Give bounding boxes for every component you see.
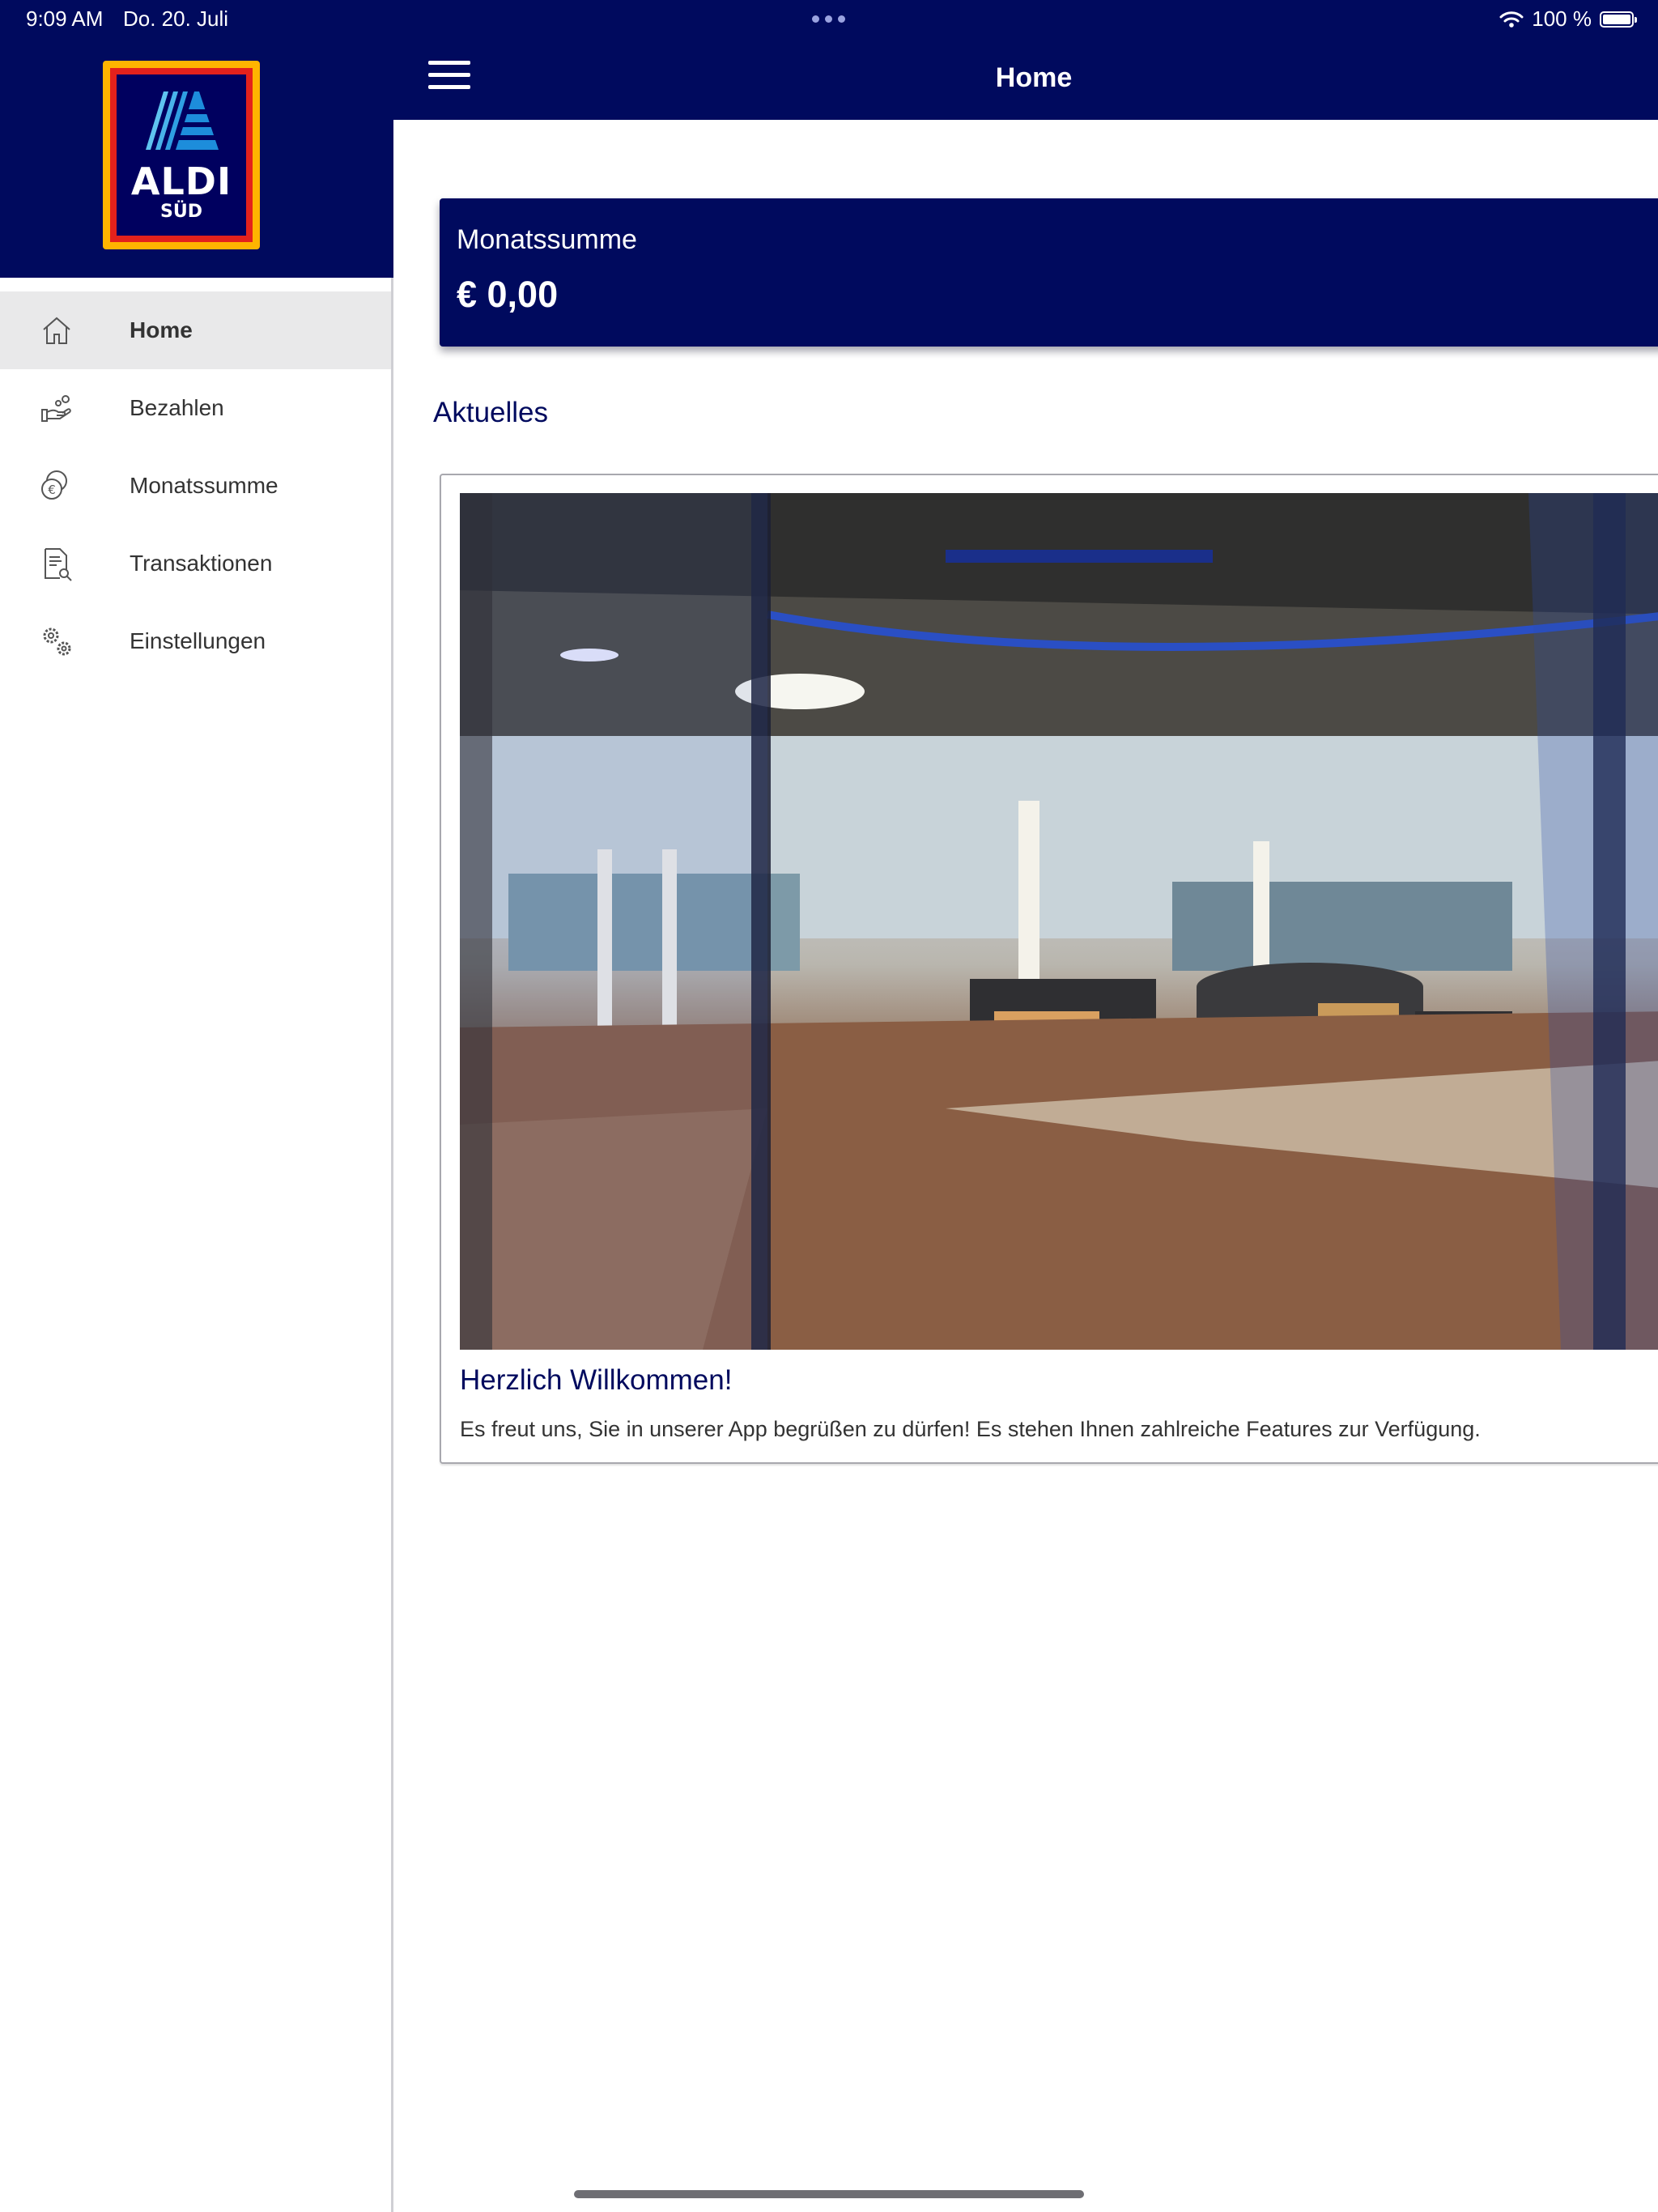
sidebar-item-bezahlen[interactable]: Bezahlen	[0, 369, 391, 447]
pay-hand-icon	[41, 395, 71, 422]
sidebar-item-label: Einstellungen	[130, 628, 266, 653]
monthly-sum-value: € 0,00	[457, 274, 559, 315]
cafeteria-photo	[460, 493, 1658, 1350]
home-icon	[43, 317, 70, 344]
logo-sub-text: SÜD	[160, 202, 202, 222]
news-title: Herzlich Willkommen!	[460, 1364, 733, 1396]
home-indicator[interactable]	[574, 2190, 1084, 2198]
euro-coins-icon: €	[41, 470, 67, 500]
sidebar-item-einstellungen[interactable]: Einstellungen	[0, 602, 391, 680]
app-header: Home	[393, 38, 1658, 120]
news-text: Es freut uns, Sie in unserer App begrüße…	[460, 1417, 1481, 1441]
sidebar: ALDI SÜD Home Bezahlen € Monatssumme Tra…	[0, 0, 393, 2212]
sidebar-item-home[interactable]: Home	[0, 291, 391, 369]
battery-percent: 100 %	[1532, 6, 1592, 31]
news-section-title: Aktuelles	[433, 397, 549, 428]
sidebar-item-label: Home	[130, 317, 193, 342]
monthly-sum-card[interactable]: Monatssumme € 0,00	[440, 198, 1658, 347]
svg-text:€: €	[48, 483, 56, 497]
monthly-sum-label: Monatssumme	[457, 224, 637, 255]
sidebar-nav: Home Bezahlen € Monatssumme Transaktione…	[0, 291, 391, 680]
battery-icon	[1600, 11, 1637, 28]
logo-stripes-icon	[146, 91, 222, 150]
status-date: Do. 20. Juli	[123, 6, 229, 31]
logo-brand-text: ALDI	[130, 160, 232, 203]
status-right: 100 %	[1499, 6, 1637, 32]
sidebar-header: ALDI SÜD	[0, 0, 393, 278]
gears-icon	[43, 627, 71, 656]
sidebar-item-label: Transaktionen	[130, 551, 273, 576]
sidebar-item-label: Bezahlen	[130, 395, 224, 420]
sidebar-item-transaktionen[interactable]: Transaktionen	[0, 525, 391, 602]
news-card[interactable]: Herzlich Willkommen! Es freut uns, Sie i…	[440, 474, 1658, 1464]
status-bar: 9:09 AM Do. 20. Juli 100 %	[0, 0, 1658, 38]
status-time: 9:09 AM	[26, 6, 104, 31]
sidebar-item-monatssumme[interactable]: € Monatssumme	[0, 447, 391, 525]
aldi-sued-logo: ALDI SÜD	[103, 61, 260, 249]
sidebar-item-label: Monatssumme	[130, 473, 278, 498]
page-title: Home	[995, 62, 1073, 93]
document-search-icon	[45, 548, 72, 581]
wifi-icon	[1499, 11, 1524, 28]
multitasking-dots-icon[interactable]	[812, 15, 845, 23]
